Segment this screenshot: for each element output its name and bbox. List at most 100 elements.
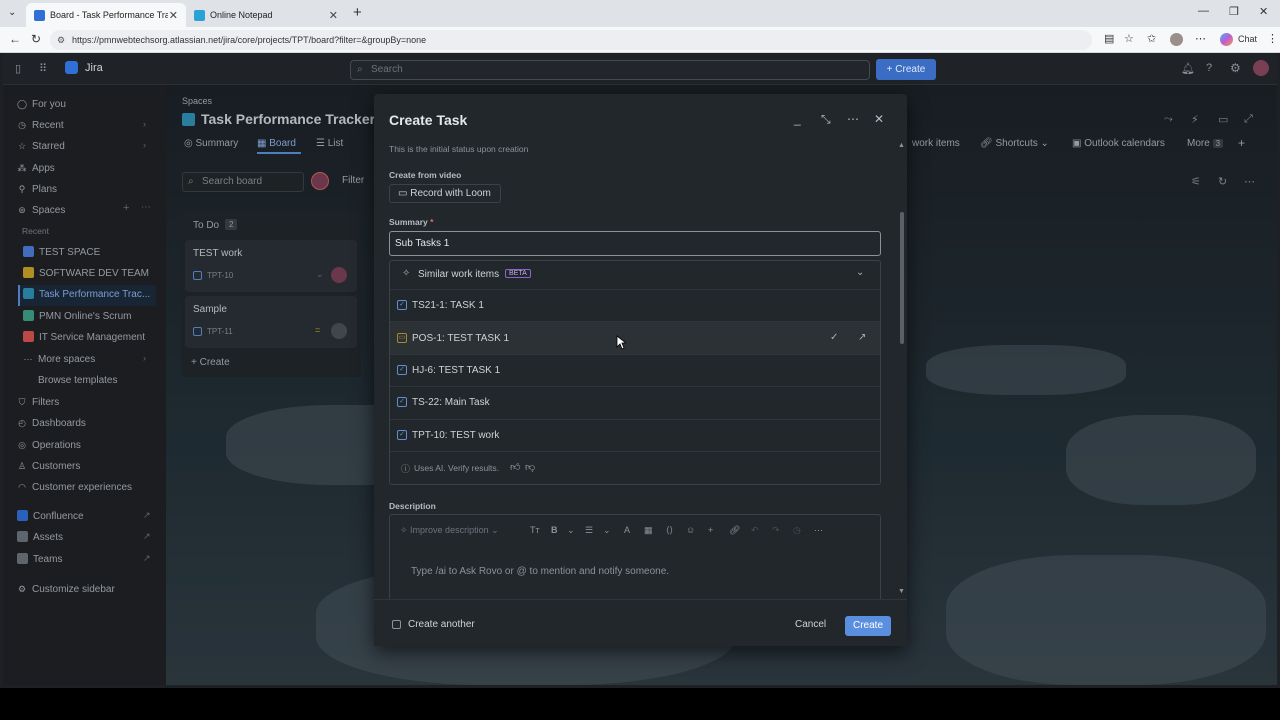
scroll-down-icon[interactable]: ▼ bbox=[898, 588, 905, 595]
info-icon: ⓘ bbox=[401, 464, 411, 474]
status-hint: This is the initial status upon creation bbox=[389, 144, 529, 154]
code-icon[interactable]: ⟨⟩ bbox=[666, 525, 673, 536]
create-another-checkbox[interactable] bbox=[392, 620, 401, 629]
more-icon[interactable]: ⋯ bbox=[847, 112, 859, 126]
description-editor[interactable]: ✧ Improve description ⌄ Tт B ⌄ ☰ ⌄ A ▦ ⟨… bbox=[389, 514, 881, 599]
task-icon: ✓ bbox=[397, 300, 407, 310]
app-name[interactable]: Jira bbox=[85, 62, 103, 74]
back-icon[interactable]: ← bbox=[9, 32, 21, 46]
open-in-new-icon[interactable]: ↗ bbox=[858, 332, 866, 343]
search-placeholder: Search bbox=[371, 64, 403, 75]
copilot-icon[interactable] bbox=[1220, 33, 1233, 46]
search-input[interactable]: ⌕ Search bbox=[350, 60, 870, 80]
minimize-icon[interactable]: _ bbox=[794, 112, 801, 126]
minimize-icon[interactable]: — bbox=[1198, 5, 1209, 17]
record-loom-button[interactable]: ▭︎ Record with Loom bbox=[389, 184, 501, 203]
improve-description-button[interactable]: ✧ Improve description ⌄ bbox=[400, 525, 499, 536]
collapse-icon[interactable]: ⤡ bbox=[821, 112, 831, 127]
chevron-down-icon[interactable]: ⌄ bbox=[567, 525, 575, 536]
close-icon[interactable]: ✕ bbox=[169, 9, 178, 22]
create-button[interactable]: + Create bbox=[876, 59, 936, 80]
table-icon[interactable]: ▦ bbox=[644, 525, 653, 536]
insert-icon[interactable]: + bbox=[708, 525, 713, 535]
thumbs-up-icon[interactable]: 👍︎ bbox=[510, 461, 520, 473]
ai-note-row: ⓘ Uses AI. Verify results. 👍︎ 👎︎ bbox=[390, 451, 880, 484]
video-icon: ▭︎ bbox=[398, 188, 411, 199]
similar-item[interactable]: ✓ TPT-10: TEST work bbox=[390, 419, 880, 451]
mouse-cursor-icon bbox=[616, 335, 626, 350]
dialog-footer: Create another Cancel Create bbox=[374, 599, 907, 646]
cancel-button[interactable]: Cancel bbox=[795, 619, 826, 630]
settings-icon[interactable]: ⚙ bbox=[1230, 61, 1241, 75]
dialog-scrollbar[interactable] bbox=[900, 212, 904, 344]
restore-icon[interactable]: ❐ bbox=[1229, 5, 1239, 18]
reader-icon[interactable]: ▤ bbox=[1104, 32, 1114, 45]
ai-sparkle-icon: ✧ bbox=[402, 268, 411, 279]
more-icon[interactable]: ⋯ bbox=[1195, 32, 1206, 45]
link-icon[interactable]: 🔗︎ bbox=[729, 525, 740, 536]
text-color-icon[interactable]: A bbox=[624, 525, 630, 535]
summary-label-text: Summary bbox=[389, 217, 428, 227]
chevron-down-icon[interactable]: ⌄ bbox=[856, 267, 864, 278]
similar-item-text: HJ-6: TEST TASK 1 bbox=[412, 365, 501, 376]
sidebar-toggle-icon[interactable]: ⋮ bbox=[1267, 32, 1278, 45]
chevron-down-icon[interactable]: ⌄ bbox=[603, 525, 611, 536]
site-info-icon[interactable]: ⚙ bbox=[57, 30, 65, 50]
browser-tab-bar: ⌄ Board - Task Performance Tracker ✕ Onl… bbox=[0, 0, 1280, 27]
user-avatar[interactable] bbox=[1253, 60, 1269, 76]
tab-label: Board - Task Performance Tracker bbox=[50, 10, 168, 20]
undo-icon[interactable]: ↶ bbox=[751, 525, 759, 536]
similar-item-text: POS-1: TEST TASK 1 bbox=[412, 333, 510, 344]
list-icon[interactable]: ☰ bbox=[585, 525, 593, 536]
similar-item-text: TPT-10: TEST work bbox=[412, 430, 500, 441]
thumbs-down-icon[interactable]: 👎︎ bbox=[525, 461, 535, 473]
reload-icon[interactable]: ↻ bbox=[31, 32, 41, 46]
bold-icon[interactable]: B bbox=[551, 525, 558, 535]
summary-input[interactable]: Sub Tasks 1 bbox=[389, 231, 881, 256]
dialog-body: This is the initial status upon creation… bbox=[374, 141, 907, 599]
check-icon[interactable]: ✓ bbox=[830, 332, 838, 343]
create-task-dialog: Create Task _ ⤡ ⋯ ✕ This is the initial … bbox=[374, 94, 907, 646]
more-icon[interactable]: ⋯ bbox=[814, 525, 823, 536]
similar-title: Similar work items bbox=[418, 269, 500, 280]
tab-notepad[interactable]: Online Notepad ✕ bbox=[186, 3, 346, 27]
sidebar-collapse-icon[interactable]: ▯ bbox=[15, 62, 21, 75]
tab-board[interactable]: Board - Task Performance Tracker ✕ bbox=[26, 3, 186, 27]
record-loom-label: Record with Loom bbox=[410, 188, 491, 199]
similar-item[interactable]: ✓ TS21-1: TASK 1 bbox=[390, 289, 880, 321]
dialog-title: Create Task bbox=[389, 112, 468, 128]
improve-description-label: Improve description bbox=[410, 525, 489, 535]
collections-icon[interactable]: ✩ bbox=[1147, 32, 1156, 45]
description-label: Description bbox=[389, 501, 436, 511]
jira-logo-icon[interactable] bbox=[65, 61, 78, 74]
tab-list-icon[interactable]: ⌄ bbox=[8, 7, 16, 18]
beta-badge: BETA bbox=[505, 269, 531, 278]
window-close-icon[interactable]: ✕ bbox=[1259, 5, 1268, 18]
emoji-icon[interactable]: ☺ bbox=[686, 525, 695, 535]
text-style-icon[interactable]: Tт bbox=[530, 525, 540, 535]
close-icon[interactable]: ✕ bbox=[874, 112, 884, 126]
tab-label: Online Notepad bbox=[210, 10, 273, 20]
help-icon[interactable]: ? bbox=[1206, 62, 1212, 74]
profile-avatar[interactable] bbox=[1170, 33, 1183, 46]
similar-item-text: TS21-1: TASK 1 bbox=[412, 300, 484, 311]
new-tab-icon[interactable]: + bbox=[353, 4, 362, 21]
redo-icon[interactable]: ↷ bbox=[772, 525, 780, 536]
similar-item[interactable]: ✓ TS-22: Main Task bbox=[390, 386, 880, 418]
similar-item[interactable]: ▭ POS-1: TEST TASK 1 ✓ ↗ bbox=[390, 321, 880, 354]
required-asterisk: * bbox=[430, 217, 434, 227]
notepad-favicon-icon bbox=[194, 9, 205, 21]
create-submit-button[interactable]: Create bbox=[845, 616, 891, 636]
url-field[interactable]: ⚙ https://pmnwebtechsorg.atlassian.net/j… bbox=[50, 30, 1092, 50]
notifications-icon[interactable]: 🔔︎ bbox=[1181, 62, 1195, 75]
scroll-up-icon[interactable]: ▲ bbox=[898, 142, 905, 149]
favorite-icon[interactable]: ☆ bbox=[1124, 32, 1134, 45]
history-icon[interactable]: ◷ bbox=[793, 525, 801, 536]
chat-button[interactable]: Chat bbox=[1238, 34, 1257, 44]
summary-label: Summary * bbox=[389, 217, 433, 227]
close-icon[interactable]: ✕ bbox=[329, 9, 338, 22]
app-switcher-icon[interactable]: ⠿ bbox=[39, 62, 47, 75]
jira-favicon-icon bbox=[34, 9, 45, 21]
create-another-label[interactable]: Create another bbox=[408, 619, 475, 630]
similar-item[interactable]: ✓ HJ-6: TEST TASK 1 bbox=[390, 354, 880, 386]
